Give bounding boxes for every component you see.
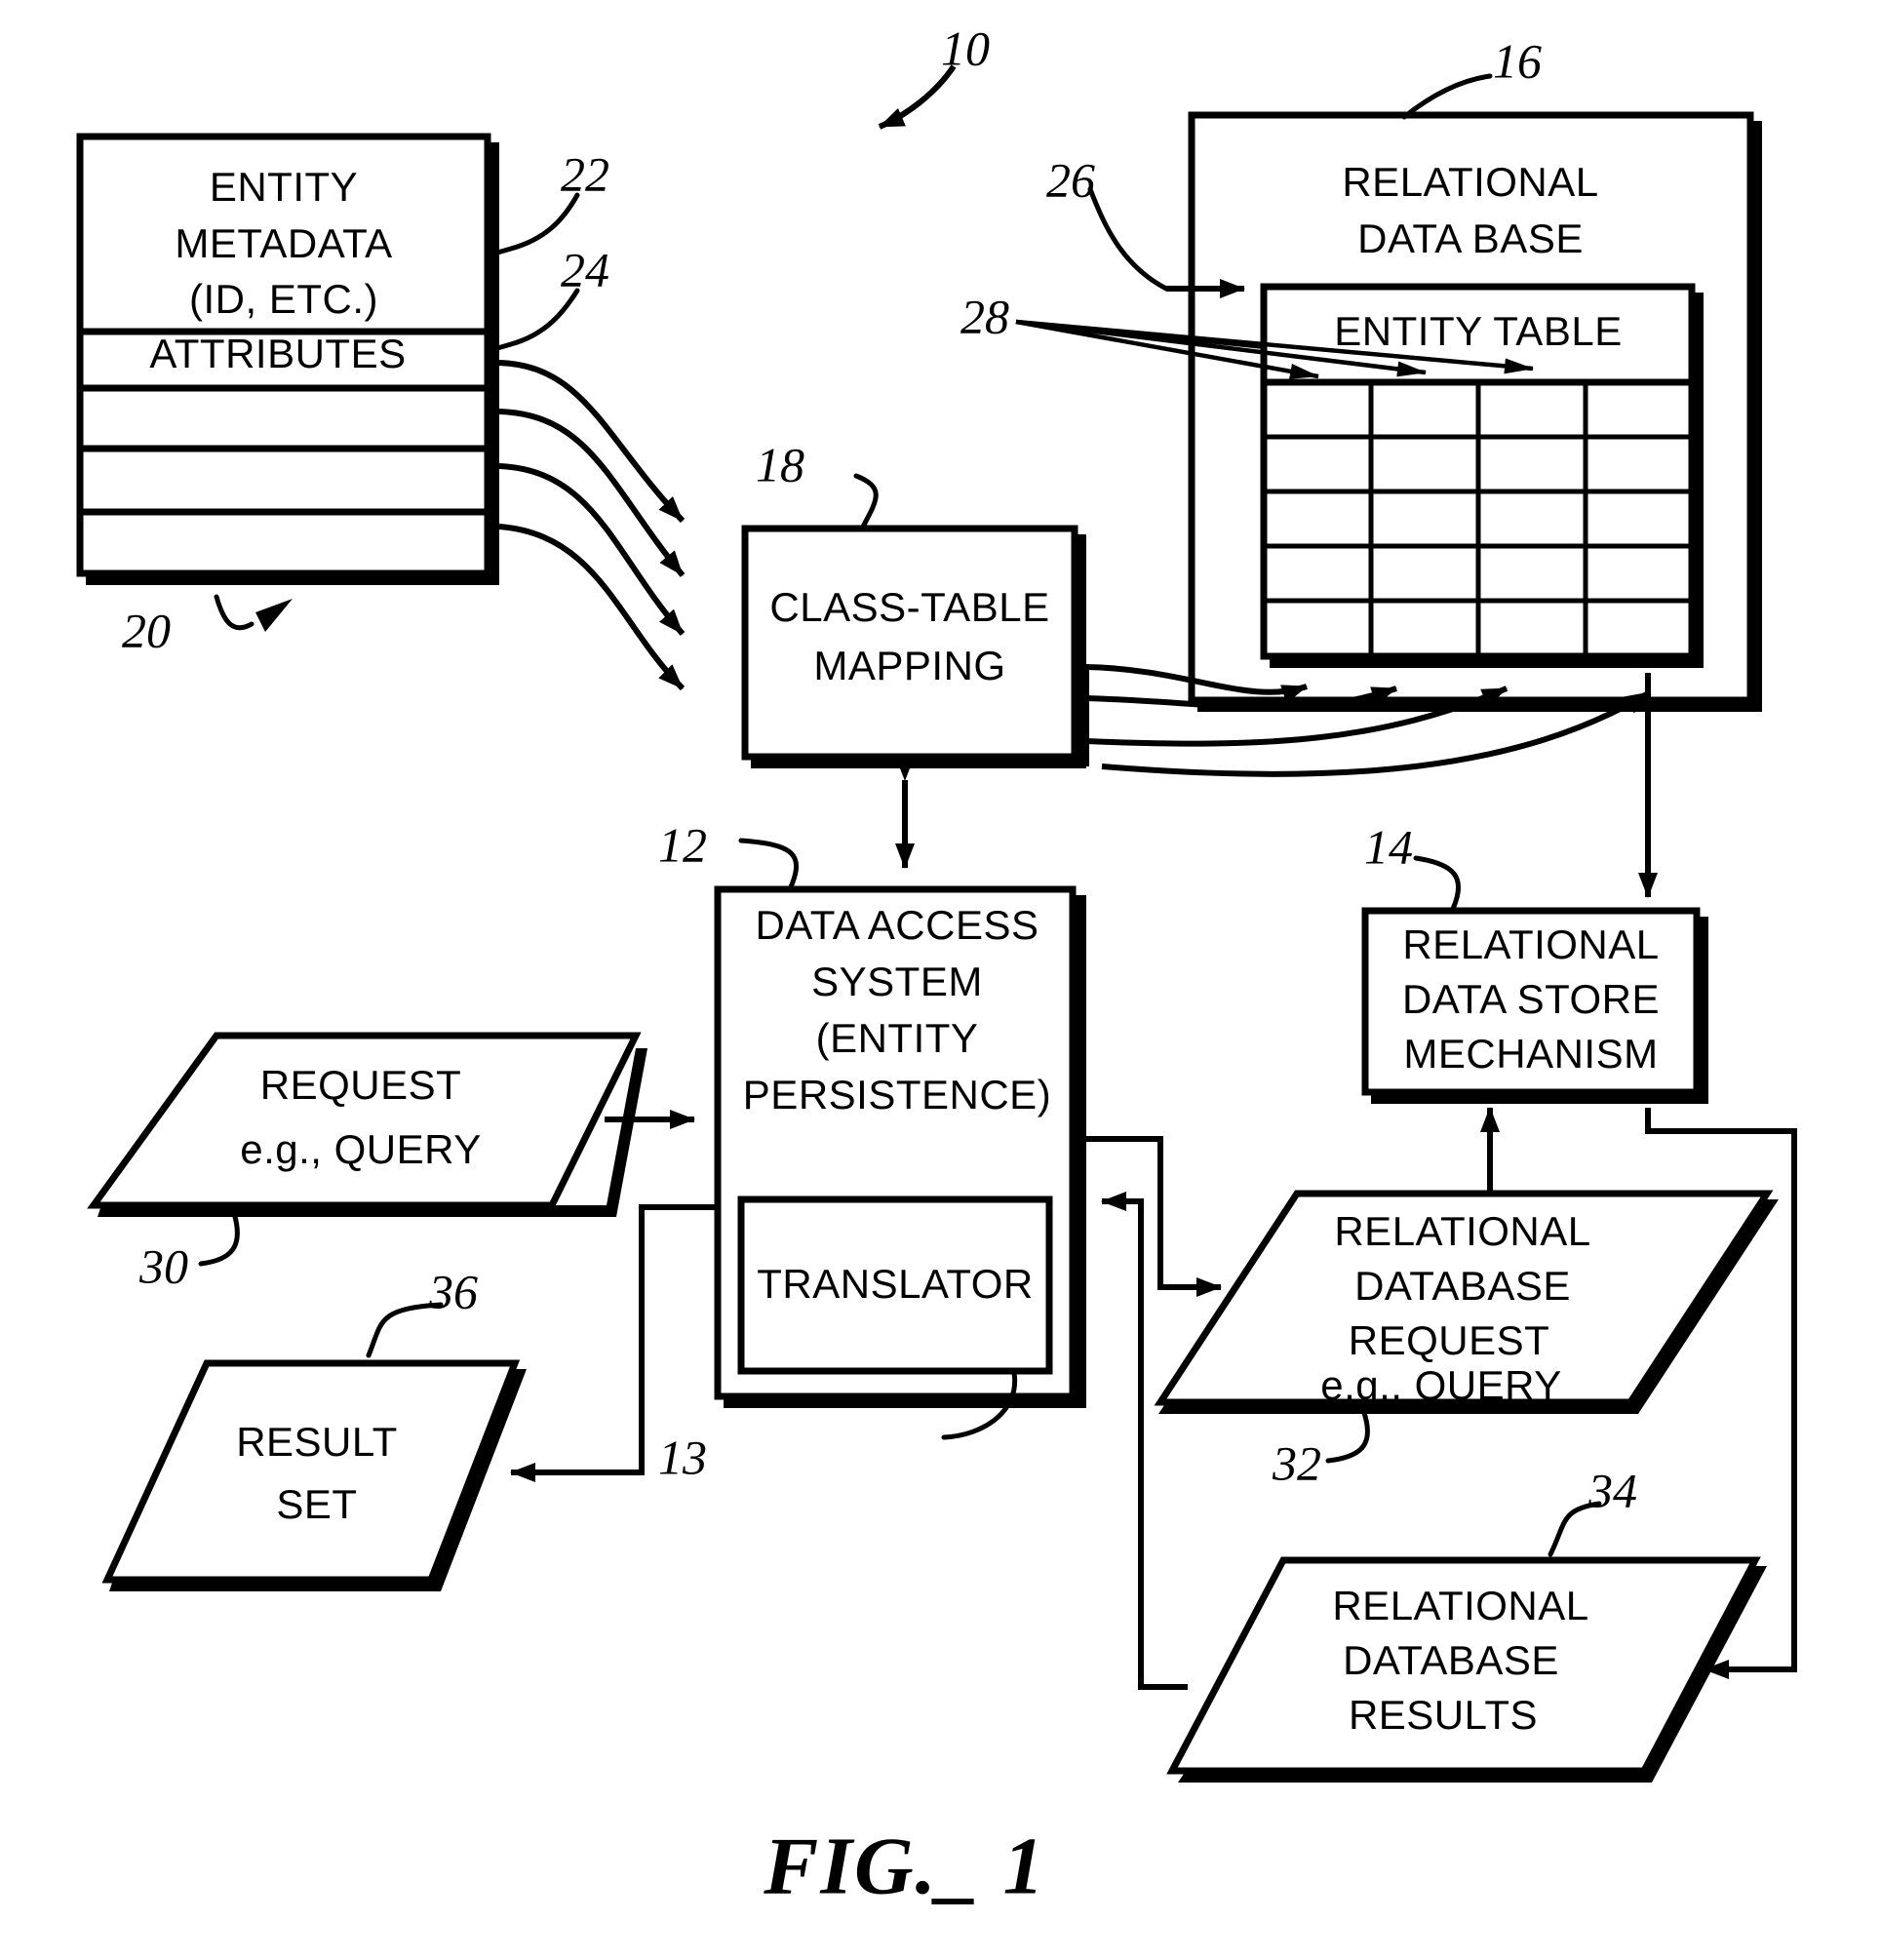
class-table-mapping-line1: CLASS-TABLE — [769, 584, 1049, 630]
relational-database-results-line2: DATABASE — [1343, 1637, 1559, 1683]
relational-database-request-line4: e.g., QUERY — [1320, 1362, 1562, 1408]
entity-metadata-title-line3: (ID, ETC.) — [189, 276, 378, 322]
ref-numeral-34: 34 — [1587, 1463, 1637, 1517]
relational-data-store-line2: DATA STORE — [1402, 976, 1660, 1022]
diagram-text-layer: 10 ENTITY METADATA (ID, ETC.) ATTRIBUTES… — [122, 20, 1660, 1911]
ref-numeral-36: 36 — [428, 1264, 478, 1318]
data-access-system-line1: DATA ACCESS — [755, 902, 1038, 948]
entity-table-label: ENTITY TABLE — [1334, 308, 1622, 354]
ref-numeral-13: 13 — [658, 1430, 707, 1484]
relational-database-results-line1: RELATIONAL — [1332, 1583, 1588, 1628]
relational-database-line2: DATA BASE — [1357, 216, 1584, 261]
translator-label: TRANSLATOR — [757, 1261, 1034, 1307]
class-table-mapping-line2: MAPPING — [813, 643, 1005, 688]
ref-numeral-32: 32 — [1272, 1435, 1321, 1490]
relational-database-line1: RELATIONAL — [1342, 159, 1598, 205]
data-access-system-line2: SYSTEM — [811, 959, 983, 1004]
entity-metadata-attributes-label: ATTRIBUTES — [149, 331, 406, 376]
patent-figure-1: 10 ENTITY METADATA (ID, ETC.) ATTRIBUTES… — [0, 0, 1881, 1960]
entity-metadata-title-line2: METADATA — [175, 220, 392, 266]
relational-database-results-line3: RESULTS — [1349, 1692, 1538, 1738]
relational-database-request-line1: RELATIONAL — [1334, 1208, 1590, 1254]
ref-numeral-30: 30 — [138, 1238, 188, 1293]
relational-database-request-line3: REQUEST — [1349, 1317, 1550, 1363]
ref-numeral-16: 16 — [1493, 33, 1542, 88]
ref-numeral-28: 28 — [960, 289, 1009, 343]
relational-data-store-line1: RELATIONAL — [1402, 921, 1659, 967]
request-line1: REQUEST — [260, 1062, 462, 1108]
ref-numeral-14: 14 — [1364, 819, 1413, 874]
figure-caption: FIG._ 1 — [763, 1821, 1045, 1911]
ref-numeral-12: 12 — [658, 817, 707, 872]
entity-metadata-title-line1: ENTITY — [210, 164, 358, 210]
request-line2: e.g., QUERY — [240, 1126, 482, 1172]
result-set-line1: RESULT — [236, 1419, 398, 1465]
ref-numeral-26: 26 — [1046, 152, 1095, 207]
ref-numeral-18: 18 — [756, 437, 804, 491]
data-access-system-line3: (ENTITY — [816, 1015, 979, 1061]
ref-numeral-22: 22 — [561, 146, 609, 201]
result-set-line2: SET — [276, 1481, 357, 1527]
ref-numeral-20: 20 — [122, 603, 171, 657]
ref-numeral-10: 10 — [941, 20, 990, 75]
relational-data-store-line3: MECHANISM — [1403, 1031, 1658, 1077]
data-access-system-line4: PERSISTENCE) — [743, 1072, 1051, 1117]
ref-numeral-24: 24 — [561, 242, 609, 296]
relational-database-request-line2: DATABASE — [1354, 1263, 1571, 1309]
